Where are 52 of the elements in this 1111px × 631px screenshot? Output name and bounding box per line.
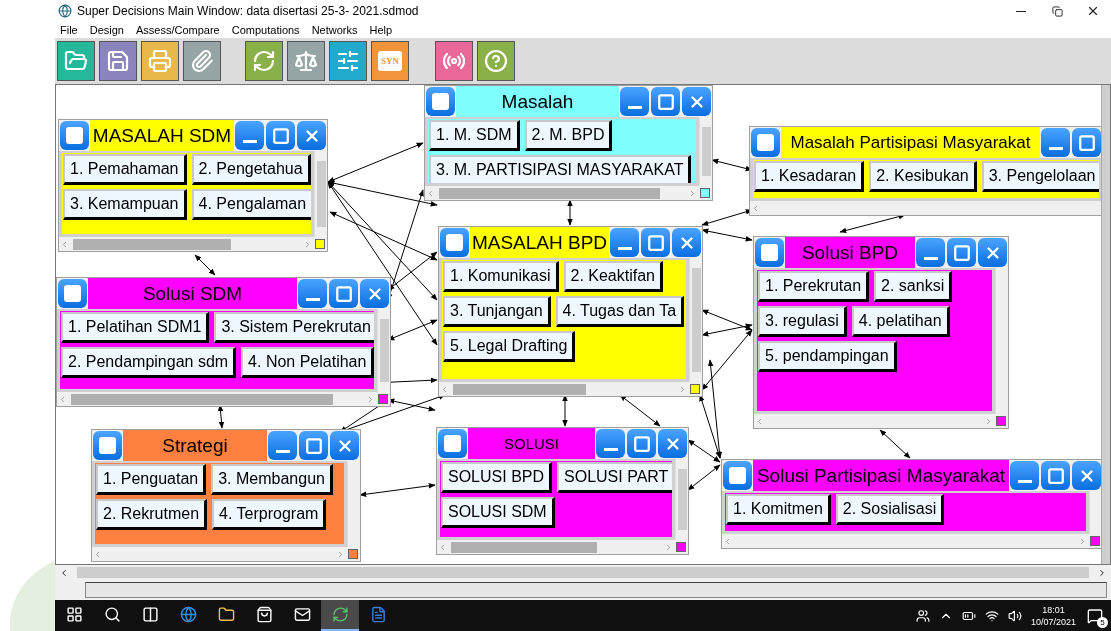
node-button[interactable]: 4. Non Pelatihan bbox=[241, 347, 374, 378]
node-button[interactable]: 2. sanksi bbox=[874, 271, 953, 302]
cluster-title: Masalah bbox=[456, 86, 619, 117]
node-button[interactable]: 4. Terprogram bbox=[212, 499, 327, 530]
menu-item[interactable]: Networks bbox=[311, 24, 358, 36]
node-button[interactable]: 3. Membangun bbox=[211, 464, 333, 495]
node-button[interactable]: 1. Penguatan bbox=[96, 464, 207, 495]
node-button[interactable]: 1. Komunikasi bbox=[443, 261, 559, 292]
menu-item[interactable]: Computations bbox=[231, 24, 300, 36]
node-button[interactable]: 2. Keaktifan bbox=[563, 261, 663, 292]
cluster-title: Masalah Partisipasi Masyarakat bbox=[781, 127, 1040, 158]
clock-time[interactable]: 18:01 bbox=[1042, 603, 1065, 616]
node-button[interactable]: 2. Pengetahua bbox=[191, 154, 311, 185]
cluster-title: MASALAH SDM bbox=[90, 120, 234, 151]
node-button[interactable]: 1. Perekrutan bbox=[758, 271, 870, 302]
node-button[interactable]: 3. Kemampuan bbox=[63, 189, 187, 220]
node-button[interactable]: SOLUSI PART bbox=[557, 462, 672, 493]
node-button[interactable]: 2. Rekrutmen bbox=[96, 499, 208, 530]
node-button[interactable]: 2. Pendampingan sdm bbox=[61, 347, 237, 378]
menu-item[interactable]: Assess/Compare bbox=[136, 24, 220, 36]
node-button[interactable]: 1. Komitmen bbox=[726, 494, 831, 525]
cluster-title: SOLUSI bbox=[468, 428, 595, 459]
node-button[interactable]: 2. M. BPD bbox=[524, 120, 613, 151]
window-title: Super Decisions Main Window: data disertasi 25-3- 2021.sdmod bbox=[77, 4, 419, 18]
node-button[interactable]: 3. Pengelolaan bbox=[981, 161, 1099, 192]
node-button[interactable]: 1. M. SDM bbox=[429, 120, 520, 151]
node-button[interactable]: SOLUSI SDM bbox=[441, 497, 555, 528]
node-button[interactable]: 1. Pelatihan SDM1 bbox=[61, 312, 210, 343]
notification-count: 5 bbox=[1097, 616, 1108, 628]
node-button[interactable]: 3. Tunjangan bbox=[443, 296, 551, 327]
cluster-title: Solusi Partisipasi Masyarakat bbox=[753, 460, 1009, 491]
node-button[interactable]: 4. pelatihan bbox=[851, 306, 950, 337]
node-button[interactable]: 2. Kesibukan bbox=[869, 161, 977, 192]
node-button[interactable]: 3. M. PARTISIPASI MASYARAKAT bbox=[429, 155, 692, 183]
menu-item[interactable]: Help bbox=[369, 24, 393, 36]
node-button[interactable]: 4. Tugas dan Ta bbox=[555, 296, 685, 327]
node-button[interactable]: SOLUSI BPD bbox=[441, 462, 553, 493]
node-button[interactable]: 5. Legal Drafting bbox=[443, 331, 576, 362]
node-button[interactable]: 2. Sosialisasi bbox=[835, 494, 945, 525]
clock-date[interactable]: 10/07/2021 bbox=[1030, 615, 1076, 628]
node-button[interactable]: 1. Pemahaman bbox=[63, 154, 187, 185]
node-button[interactable]: 3. Sistem Perekrutan bbox=[214, 312, 374, 343]
node-button[interactable]: 3. regulasi bbox=[758, 306, 847, 337]
menu-item[interactable]: File bbox=[60, 24, 78, 36]
cluster-title: Solusi SDM bbox=[88, 278, 297, 309]
cluster-title: MASALAH BPD bbox=[470, 227, 609, 258]
menu-item[interactable]: Design bbox=[89, 24, 124, 36]
node-button[interactable]: 5. pendampingan bbox=[758, 341, 897, 372]
node-button[interactable]: 1. Kesadaran bbox=[754, 161, 865, 192]
cluster-title: Solusi BPD bbox=[785, 237, 915, 268]
cluster-title: Strategi bbox=[123, 430, 267, 461]
node-button[interactable]: 4. Pengalaman bbox=[191, 189, 311, 220]
